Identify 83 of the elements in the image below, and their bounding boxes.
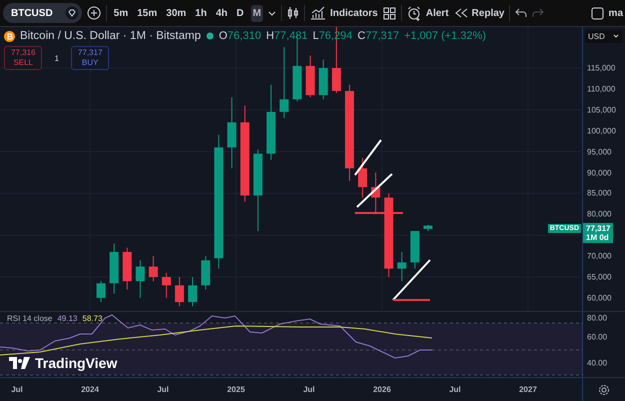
- alert-button[interactable]: Alert: [406, 6, 449, 20]
- time-tick-label: 2024: [81, 385, 99, 394]
- indicators-button[interactable]: Indicators: [310, 6, 378, 20]
- candle: [136, 260, 145, 298]
- price-tick-label: 85,000: [587, 188, 612, 198]
- time-tick-label: Jul: [449, 385, 461, 394]
- price-tick-label: 115,000: [587, 64, 616, 72]
- candle: [358, 157, 368, 198]
- candle: [424, 224, 432, 232]
- rsi-tick-label: 80.00: [587, 314, 608, 322]
- coin-icon: [4, 30, 15, 42]
- rewind-icon: [454, 7, 468, 19]
- candle: [174, 276, 184, 307]
- symbol-title: Bitcoin / U.S. Dollar · 1M · Bitstamp: [20, 30, 201, 42]
- add-icon[interactable]: [86, 6, 101, 20]
- rsi-tick-label: 40.00: [587, 358, 608, 368]
- price-tick-label: 70,000: [587, 252, 612, 261]
- price-tick-label: 60,000: [587, 293, 612, 302]
- currency-dropdown[interactable]: USD: [585, 30, 622, 43]
- trend-line: [356, 173, 393, 208]
- candle: [397, 251, 406, 282]
- price-tick-label: 65,000: [587, 272, 612, 282]
- horizontal-line: [355, 212, 403, 214]
- chart-icon: [310, 6, 326, 20]
- trend-line: [392, 259, 431, 301]
- horizontal-line: [393, 299, 430, 301]
- time-tick-label: 2027: [519, 385, 537, 394]
- status-dot-icon: [206, 32, 214, 40]
- candles-icon[interactable]: [287, 6, 300, 20]
- price-tick-label: 90,000: [587, 168, 612, 177]
- price-tick-label: 105,000: [587, 105, 616, 114]
- price-tick-label: 110,000: [587, 84, 616, 94]
- interval-tab[interactable]: 1h: [193, 4, 209, 22]
- candle: [148, 256, 158, 282]
- alarm-clock-icon: [406, 6, 422, 20]
- settings-icon[interactable]: [598, 384, 610, 396]
- chevron-down-icon: [612, 32, 619, 40]
- interval-tab[interactable]: D: [234, 4, 246, 22]
- candle: [122, 247, 132, 290]
- time-tick-label: 2025: [227, 385, 245, 394]
- time-tick-label: Jul: [11, 385, 23, 394]
- candle: [188, 276, 198, 307]
- rsi-tick-label: 60.00: [587, 332, 608, 342]
- interval-tab[interactable]: 15m: [135, 4, 160, 22]
- symbol-search-field[interactable]: BTCUSD: [3, 3, 82, 23]
- average-value: 58.73: [82, 314, 102, 323]
- toolbar-label[interactable]: ma: [608, 8, 623, 18]
- price-tick-label: 80,000: [587, 210, 612, 219]
- time-tick-label: Jul: [157, 385, 169, 394]
- candle: [306, 54, 315, 98]
- time-tick-label: 2026: [373, 385, 391, 394]
- interval-tab[interactable]: 30m: [164, 4, 188, 22]
- candle: [162, 272, 171, 298]
- price-tick-label: 100,000: [587, 126, 616, 136]
- replay-button[interactable]: Replay: [454, 7, 504, 19]
- logo-icon: [9, 357, 31, 369]
- candle: [110, 243, 119, 294]
- buy-button[interactable]: 77,317 BUY: [70, 46, 110, 70]
- interval-tab[interactable]: M: [250, 4, 264, 22]
- candle: [201, 256, 210, 290]
- candle: [410, 230, 420, 270]
- last-price-label: 77,317 1M 0d: [583, 222, 614, 242]
- ohlc-value: O76,310: [218, 30, 262, 42]
- candle: [318, 59, 328, 100]
- interval-tab[interactable]: 4h: [214, 4, 230, 22]
- brand-logo: TradingView: [35, 355, 118, 371]
- ohlc-value: C77,317: [357, 30, 400, 42]
- trend-line: [354, 139, 382, 176]
- quantity-label: 1: [54, 54, 59, 62]
- square-icon[interactable]: [590, 6, 604, 20]
- ohlc-value: H77,481: [266, 30, 308, 42]
- grid-icon[interactable]: [382, 6, 396, 20]
- chevron-down-icon[interactable]: [268, 9, 276, 17]
- price-change: +1,007 (+1.32%): [404, 30, 486, 42]
- sell-button[interactable]: 77,316 SELL: [4, 46, 42, 70]
- undo-icon[interactable]: [515, 8, 528, 18]
- price-tick-label: 95,000: [587, 147, 612, 156]
- time-tick-label: Jul: [303, 385, 315, 394]
- interval-tab[interactable]: 5m: [112, 4, 130, 22]
- candle: [371, 172, 380, 215]
- indicator-title: RSI 14 close: [7, 314, 52, 323]
- candle: [96, 280, 106, 303]
- rsi-value: 49.13: [57, 314, 78, 323]
